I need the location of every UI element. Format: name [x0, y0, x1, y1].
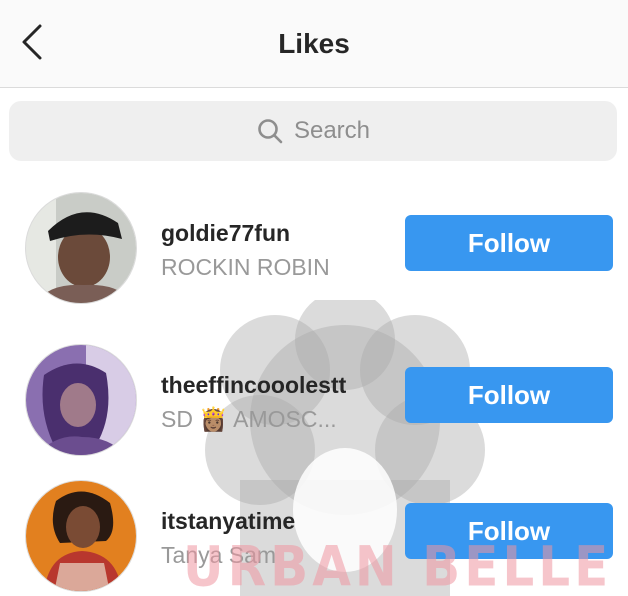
avatar-photo — [26, 345, 136, 455]
follow-button[interactable]: Follow — [405, 367, 613, 423]
list-item[interactable]: goldie77fun ROCKIN ROBIN Follow — [0, 187, 628, 307]
list-item[interactable]: itstanyatime Tanya Sam Follow — [0, 476, 628, 596]
follow-button[interactable]: Follow — [405, 215, 613, 271]
full-name: Tanya Sam — [161, 542, 277, 568]
full-name: ROCKIN ROBIN — [161, 254, 330, 280]
search-icon — [258, 119, 283, 144]
list-item[interactable]: theeffincooolestt SD 👸🏽 AMOSC... Follow — [0, 340, 628, 460]
avatar[interactable] — [25, 480, 137, 592]
username[interactable]: goldie77fun — [161, 220, 290, 247]
avatar[interactable] — [25, 192, 137, 304]
avatar-photo — [26, 481, 136, 591]
navbar: Likes — [0, 0, 628, 88]
avatar-photo — [26, 193, 136, 303]
follow-button[interactable]: Follow — [405, 503, 613, 559]
username[interactable]: itstanyatime — [161, 508, 295, 535]
page-title: Likes — [278, 28, 350, 59]
search-input[interactable]: Search — [9, 101, 617, 161]
search-placeholder: Search — [293, 117, 371, 144]
avatar[interactable] — [25, 344, 137, 456]
full-name: SD 👸🏽 AMOSC... — [161, 406, 337, 432]
username[interactable]: theeffincooolestt — [161, 372, 346, 399]
